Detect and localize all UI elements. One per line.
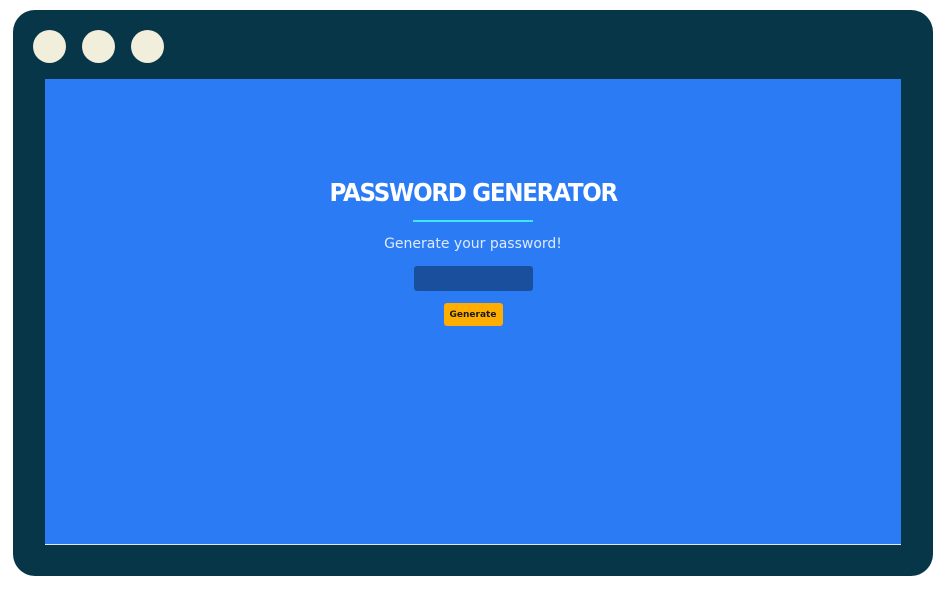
password-output-field[interactable] (413, 266, 533, 291)
page-viewport: PASSWORD GENERATOR Generate your passwor… (45, 79, 901, 545)
title-underline (413, 220, 533, 222)
browser-window-frame: PASSWORD GENERATOR Generate your passwor… (13, 10, 933, 576)
generate-button[interactable]: Generate (443, 303, 503, 326)
page-title: PASSWORD GENERATOR (329, 178, 618, 207)
window-control-dot-1[interactable] (33, 30, 66, 63)
generator-panel: PASSWORD GENERATOR Generate your passwor… (45, 176, 901, 326)
window-controls (33, 30, 164, 63)
page-subtitle: Generate your password! (384, 236, 562, 252)
window-control-dot-3[interactable] (131, 30, 164, 63)
window-control-dot-2[interactable] (82, 30, 115, 63)
